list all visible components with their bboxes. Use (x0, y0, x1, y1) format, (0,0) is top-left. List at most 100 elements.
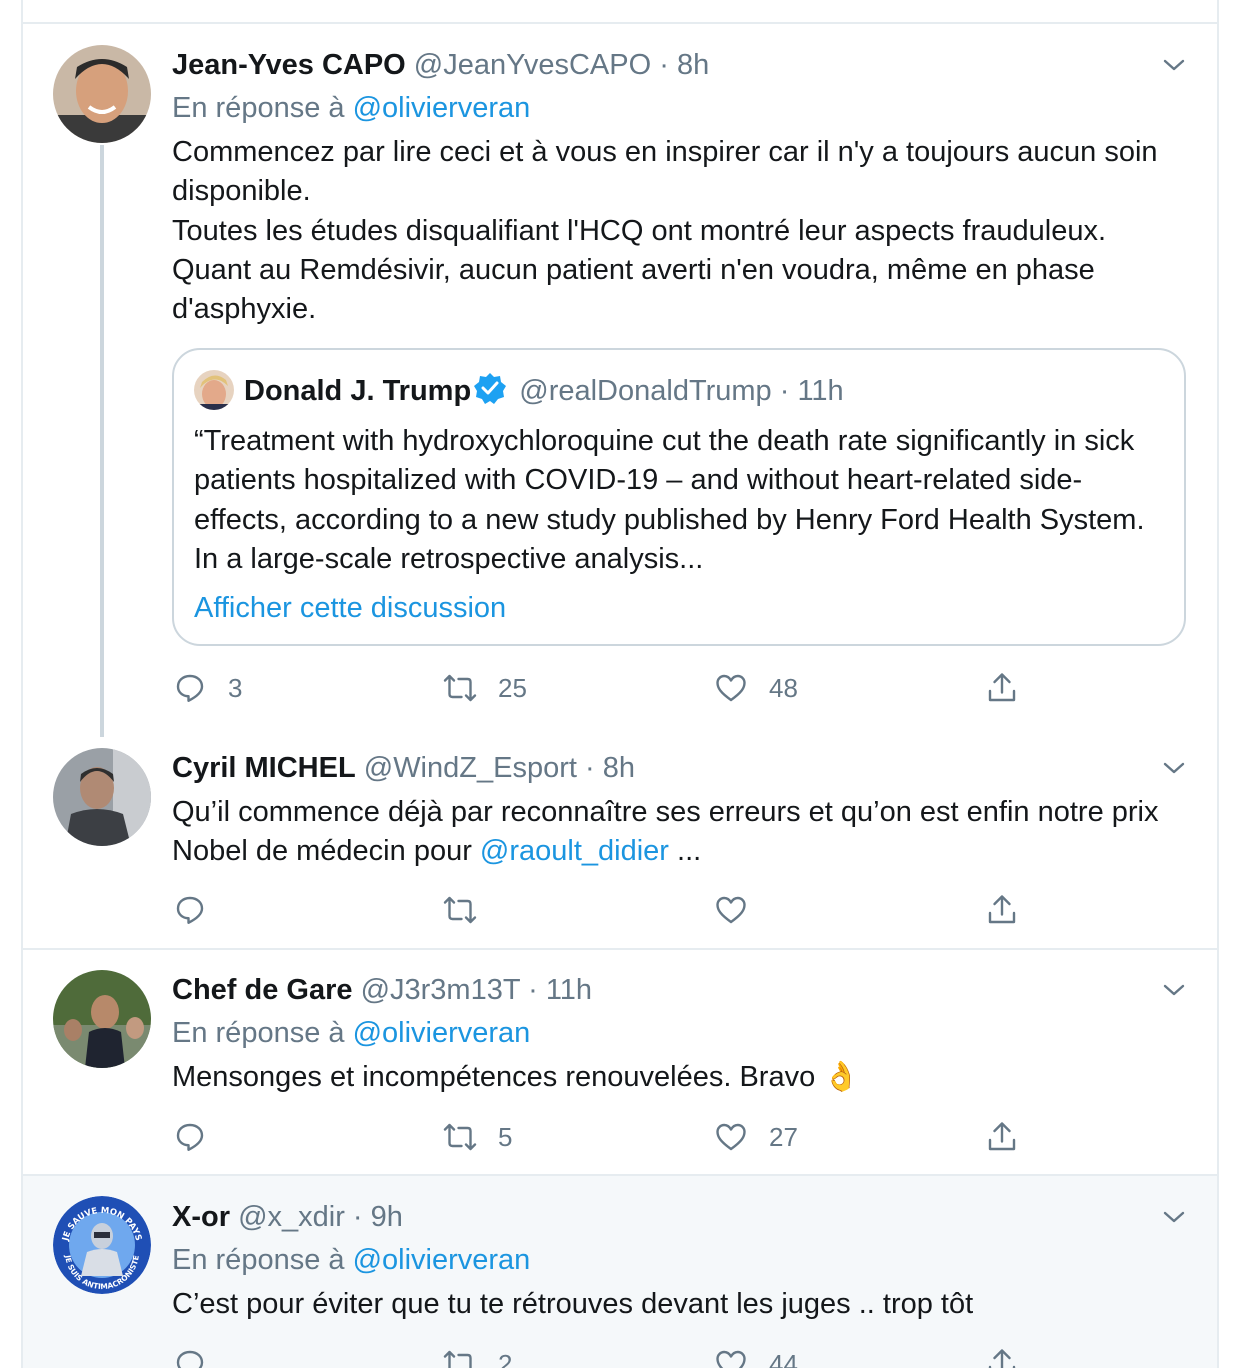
like-count: 27 (769, 1121, 798, 1152)
retweet-icon (443, 896, 477, 924)
tweet-actions: 5 27 (172, 1117, 1052, 1157)
like-icon (716, 896, 746, 924)
avatar-jean-yves-capo[interactable] (53, 45, 151, 143)
quoted-header: Donald J. Trump @realDonaldTrump · 11h (244, 371, 844, 410)
author-name[interactable]: Chef de Gare (172, 974, 353, 1006)
author-name[interactable]: X-or (172, 1201, 230, 1233)
like-icon (716, 674, 746, 702)
tweet-text: C’est pour éviter que tu te rétrouves de… (172, 1288, 974, 1320)
reply-mention[interactable]: @olivierveran (353, 1017, 531, 1049)
separator-dot: · (779, 375, 790, 407)
share-button[interactable] (984, 668, 1020, 708)
quoted-avatar (194, 370, 234, 410)
author-handle[interactable]: @JeanYvesCAPO (414, 49, 651, 81)
share-icon (988, 1349, 1016, 1368)
reply-context: En réponse à @olivierveran (172, 1242, 530, 1278)
reply-context: En réponse à @olivierveran (172, 90, 530, 126)
tweet-actions: 3 25 48 (172, 668, 1052, 708)
tweet-text: Mensonges et incompétences renouvelées. … (172, 1061, 860, 1093)
separator-dot: · (584, 752, 595, 784)
share-icon (988, 895, 1016, 924)
tweet-text: Commencez par lire ceci et à vous en ins… (172, 133, 1187, 329)
verified-icon (474, 373, 507, 404)
author-handle[interactable]: @J3r3m13T (361, 974, 520, 1006)
text-mention[interactable]: @raoult_didier (480, 835, 669, 867)
share-button[interactable] (984, 1344, 1020, 1368)
reply-button[interactable]: 3 (172, 668, 242, 708)
separator-dot: · (352, 1201, 363, 1233)
author-name[interactable]: Cyril MICHEL (172, 752, 356, 784)
thread-line (100, 145, 104, 737)
tweet-actions (172, 890, 1052, 930)
show-thread-link[interactable]: Afficher cette discussion (194, 589, 506, 627)
author-handle[interactable]: @x_xdir (238, 1201, 345, 1233)
reply-icon (176, 1123, 204, 1151)
reply-mention[interactable]: @olivierveran (353, 1244, 531, 1276)
share-icon (988, 1122, 1016, 1151)
tweet-cyril-michel[interactable]: Cyril MICHEL @WindZ_Esport · 8h Qu’il co… (23, 724, 1217, 948)
reply-button[interactable] (172, 890, 228, 930)
quoted-author-name: Donald J. Trump (244, 375, 472, 407)
reply-icon (176, 896, 204, 924)
quoted-time: 11h (797, 375, 844, 407)
author-name[interactable]: Jean-Yves CAPO (172, 49, 406, 81)
like-icon (716, 1123, 746, 1151)
reply-count: 3 (228, 672, 243, 703)
tweet-time[interactable]: 8h (677, 49, 709, 81)
retweet-icon (443, 674, 477, 702)
avatar-chef-de-gare[interactable] (53, 970, 151, 1068)
reply-context: En réponse à @olivierveran (172, 1015, 530, 1051)
retweet-count: 25 (498, 672, 527, 703)
reply-icon (176, 1350, 204, 1368)
like-icon (716, 1350, 746, 1368)
tweet-time[interactable]: 9h (371, 1201, 403, 1233)
avatar-cyril-michel[interactable] (53, 748, 151, 846)
like-count: 44 (769, 1348, 798, 1368)
like-button[interactable]: 27 (713, 1117, 798, 1157)
tweet-text: Qu’il commence déjà par reconnaître ses … (172, 793, 1187, 872)
retweet-button[interactable] (442, 890, 498, 930)
author-handle[interactable]: @WindZ_Esport (364, 752, 577, 784)
reply-button[interactable] (172, 1344, 228, 1368)
avatar-x-or[interactable]: JE SAUVE MON PAYS JE SUIS ANTIMACRONISTE (53, 1196, 151, 1294)
like-button[interactable]: 44 (713, 1344, 798, 1368)
reply-prefix: En réponse à (172, 1244, 345, 1276)
chevron-down-icon[interactable] (1161, 1204, 1187, 1230)
tweet-chef-de-gare[interactable]: Chef de Gare @J3r3m13T · 11h En réponse … (23, 950, 1217, 1174)
reply-button[interactable] (172, 1117, 228, 1157)
like-button[interactable] (713, 890, 769, 930)
retweet-icon (443, 1350, 472, 1368)
tweet-header: X-or @x_xdir · 9h (172, 1199, 403, 1235)
chevron-down-icon[interactable] (1161, 977, 1187, 1003)
quoted-author-handle: @realDonaldTrump (519, 375, 772, 407)
retweet-count: 5 (498, 1121, 513, 1152)
retweet-count: 2 (498, 1348, 513, 1368)
tweet-jean-yves-capo[interactable]: Jean-Yves CAPO @JeanYvesCAPO · 8h En rép… (23, 24, 1217, 737)
retweet-button[interactable]: 5 (442, 1117, 512, 1157)
tweet-text-line: Toutes les études disqualifiant l'HCQ on… (172, 214, 1107, 247)
tweet-time[interactable]: 11h (546, 974, 592, 1006)
like-button[interactable]: 48 (713, 668, 798, 708)
reply-mention[interactable]: @olivierveran (353, 92, 531, 124)
tweet-header: Cyril MICHEL @WindZ_Esport · 8h (172, 750, 635, 786)
tweet-actions: 2 44 (172, 1344, 1052, 1368)
quoted-tweet[interactable]: Donald J. Trump @realDonaldTrump · 11h “… (172, 348, 1186, 646)
reply-prefix: En réponse à (172, 92, 345, 124)
retweet-icon (443, 1123, 477, 1151)
tweet-time[interactable]: 8h (603, 752, 635, 784)
share-button[interactable] (984, 890, 1020, 930)
tweet-header: Chef de Gare @J3r3m13T · 11h (172, 972, 592, 1008)
retweet-button[interactable]: 2 (442, 1344, 512, 1368)
share-button[interactable] (984, 1117, 1020, 1157)
tweet-header: Jean-Yves CAPO @JeanYvesCAPO · 8h (172, 47, 709, 83)
quoted-text: “Treatment with hydroxychloroquine cut t… (194, 425, 1145, 575)
tweet-text-segment: ... (668, 835, 702, 868)
like-count: 48 (769, 672, 798, 703)
separator-dot: · (528, 974, 538, 1006)
chevron-down-icon[interactable] (1161, 755, 1187, 781)
chevron-down-icon[interactable] (1161, 52, 1187, 78)
tweet-x-or[interactable]: JE SAUVE MON PAYS JE SUIS ANTIMACRONISTE… (23, 1176, 1217, 1368)
tweet-text-line: Quant au Remdésivir, aucun patient avert… (172, 253, 1095, 326)
retweet-button[interactable]: 25 (442, 668, 527, 708)
tweet-text-line: Commencez par lire ceci et à vous en ins… (172, 136, 1158, 208)
